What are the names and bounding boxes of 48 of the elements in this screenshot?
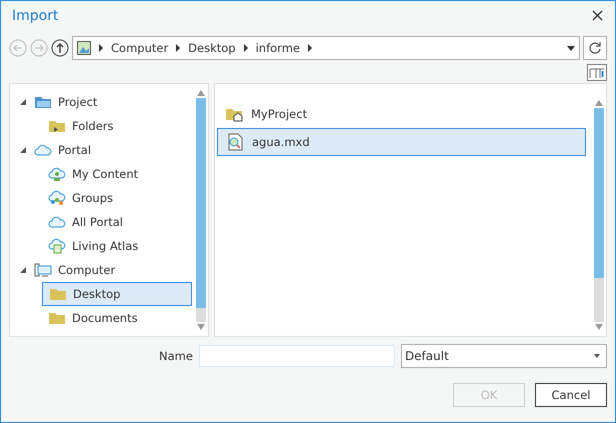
dropdown-icon bbox=[594, 354, 600, 358]
dropdown-icon[interactable] bbox=[567, 46, 575, 50]
file-item[interactable]: agua.mxd bbox=[217, 128, 586, 156]
computer-icon bbox=[34, 262, 52, 278]
expanded-icon[interactable] bbox=[18, 265, 28, 275]
breadcrumb-item[interactable]: informe bbox=[256, 41, 300, 55]
folder-icon bbox=[49, 286, 67, 302]
tree-item[interactable]: Groups bbox=[42, 186, 192, 210]
tree-item[interactable]: Portal bbox=[10, 138, 194, 162]
breadcrumb-separator[interactable] bbox=[244, 44, 248, 52]
view-layout-icon[interactable] bbox=[587, 64, 607, 80]
cloud-icon bbox=[34, 142, 52, 158]
name-input-field[interactable] bbox=[198, 345, 395, 367]
folder-icon bbox=[225, 106, 243, 122]
folder-icon bbox=[48, 118, 66, 134]
tree-item[interactable]: Folders bbox=[42, 114, 192, 138]
expanded-icon[interactable] bbox=[18, 145, 28, 155]
breadcrumb-item[interactable]: Desktop bbox=[188, 41, 236, 55]
cloud-person-icon bbox=[48, 166, 66, 182]
refresh-icon bbox=[588, 41, 602, 55]
address-bar[interactable]: Computer Desktop informe bbox=[72, 36, 580, 60]
map-document-icon bbox=[226, 133, 244, 151]
tree-item[interactable]: Living Atlas bbox=[42, 234, 192, 258]
filter-dropdown[interactable]: Default bbox=[400, 344, 607, 368]
name-label: Name bbox=[159, 349, 193, 363]
file-item[interactable]: MyProject bbox=[217, 100, 586, 128]
tree-item[interactable]: Documents bbox=[42, 306, 192, 330]
breadcrumb-separator[interactable] bbox=[308, 44, 312, 52]
window-title: Import bbox=[12, 8, 58, 24]
up-icon[interactable] bbox=[51, 39, 69, 57]
map-icon bbox=[77, 41, 91, 55]
tree-item[interactable]: All Portal bbox=[42, 210, 192, 234]
breadcrumb-item[interactable]: Computer bbox=[111, 41, 168, 55]
close-icon bbox=[592, 10, 603, 20]
breadcrumb-separator[interactable] bbox=[99, 44, 103, 52]
refresh-button[interactable] bbox=[583, 36, 607, 60]
expanded-icon[interactable] bbox=[18, 97, 28, 107]
tree-item[interactable]: My Content bbox=[42, 162, 192, 186]
dialog-button[interactable]: Cancel bbox=[535, 383, 607, 407]
cloud-group-icon bbox=[48, 190, 66, 206]
tree-item[interactable]: Desktop bbox=[42, 282, 192, 306]
cloud-icon bbox=[48, 214, 66, 230]
folder-icon bbox=[34, 94, 52, 110]
tree-item[interactable]: Project bbox=[10, 90, 194, 114]
tree-item[interactable]: Computer bbox=[10, 258, 194, 282]
breadcrumb-separator[interactable] bbox=[176, 44, 180, 52]
cloud-map-icon bbox=[48, 238, 66, 254]
folder-icon bbox=[48, 310, 66, 326]
